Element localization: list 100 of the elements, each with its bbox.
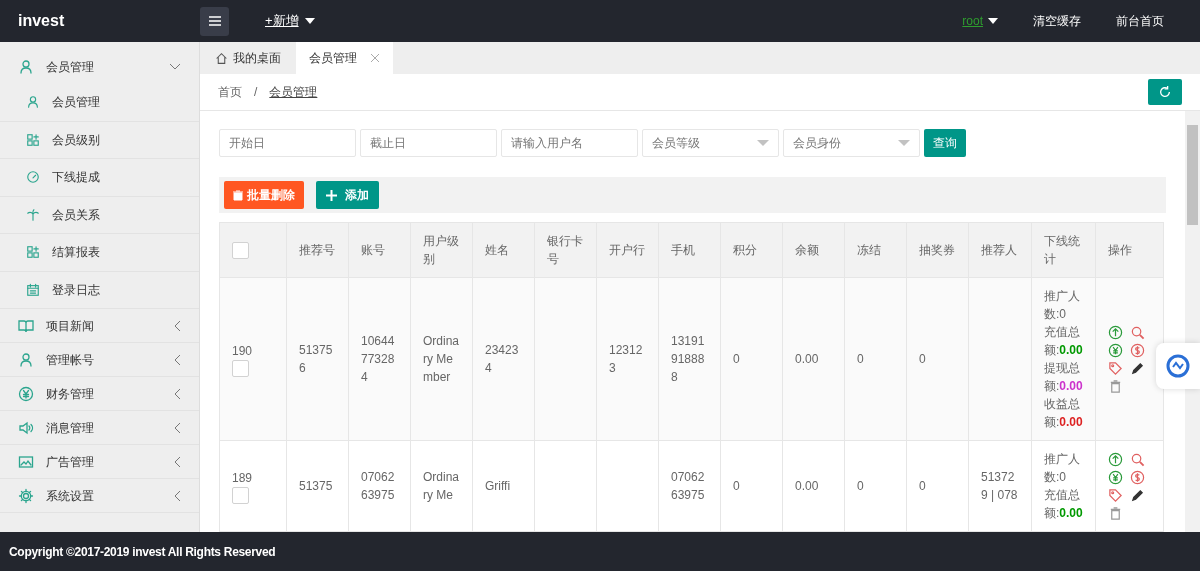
header-link[interactable]: 前台首页 (1116, 12, 1164, 30)
yen-icon (18, 385, 34, 402)
table-cell: 0.00 (795, 352, 819, 366)
stat-text: 推广人数:0 (1044, 288, 1081, 323)
trash-icon[interactable] (1108, 378, 1123, 394)
column-header: 操作 (1095, 222, 1164, 278)
table-cell: 0.00 (795, 479, 819, 493)
sidebar-item[interactable]: 登录日志 (0, 271, 199, 309)
pencil-icon[interactable] (1130, 360, 1145, 376)
menu-toggle-button[interactable] (200, 6, 229, 36)
table-cell: 51375 (299, 479, 333, 493)
tag-icon[interactable] (1108, 487, 1123, 503)
logo-text: invest (17, 11, 66, 31)
table-cell: 0 (733, 352, 740, 366)
sidebar-item[interactable]: 结算报表 (0, 234, 199, 272)
sidebar-group[interactable]: 项目新闻 (0, 309, 199, 343)
table-cell: 13191918888 (671, 334, 705, 384)
row-id: 190 (232, 342, 254, 360)
search-button[interactable]: 查询 (924, 129, 966, 157)
tag-icon[interactable] (1108, 360, 1123, 376)
column-header: 下线统计 (1031, 222, 1096, 278)
table-cell: 513756 (299, 343, 333, 375)
select-field[interactable]: 会员身份 (783, 129, 920, 157)
sidebar-group[interactable]: 管理帐号 (0, 343, 199, 377)
stat-text: 充值总额:0.00 (1044, 324, 1083, 359)
sidebar-group[interactable]: 系统设置 (0, 479, 199, 513)
select-field[interactable]: 会员等级 (642, 129, 779, 157)
breadcrumb-link[interactable]: 会员管理 (269, 83, 318, 101)
trash-icon[interactable] (1108, 505, 1123, 521)
column-header: 银行卡号 (534, 222, 597, 278)
tab[interactable]: 我的桌面 (200, 42, 296, 74)
trash-icon (233, 189, 243, 201)
input-field[interactable]: 请输入用户名 (501, 129, 638, 157)
add-menu[interactable]: +新增 (265, 11, 315, 31)
close-icon[interactable] (370, 53, 380, 63)
sidebar-group[interactable]: 消息管理 (0, 411, 199, 445)
user-menu[interactable]: root (962, 12, 998, 30)
column-header: 抽奖券 (906, 222, 969, 278)
tab[interactable]: 会员管理 (296, 42, 393, 74)
row-id: 189 (232, 469, 254, 487)
grid-icon (26, 132, 40, 147)
column-header: 冻结 (844, 222, 907, 278)
person-icon (26, 95, 40, 110)
search-icon[interactable] (1130, 451, 1145, 467)
swirl-logo-icon (1166, 354, 1190, 378)
table-cell: 0706263975 (671, 470, 705, 502)
column-header: 开户行 (596, 222, 659, 278)
table-cell: 513729 | 078 (981, 470, 1018, 502)
row-checkbox[interactable] (232, 486, 249, 504)
sidebar-group[interactable]: 财务管理 (0, 377, 199, 411)
table-cell: 0706263975 (361, 470, 395, 502)
caret-icon (757, 139, 769, 147)
table-cell: 0 (733, 479, 740, 493)
sidebar-item[interactable]: 会员级别 (0, 121, 199, 159)
calendar-icon (26, 282, 40, 297)
home-icon (215, 51, 228, 65)
column-header: 用户级别 (410, 222, 473, 278)
sidebar-item[interactable]: 会员管理 (0, 84, 199, 122)
column-header: 积分 (720, 222, 783, 278)
table-cell: Griffi (485, 479, 511, 493)
input-field[interactable]: 截止日 (360, 129, 497, 157)
table-cell: 234234 (485, 343, 519, 375)
sidebar-item[interactable]: 会员关系 (0, 196, 199, 234)
column-header: 推荐人 (968, 222, 1032, 278)
yen-icon[interactable] (1108, 342, 1123, 358)
pencil-icon[interactable] (1130, 487, 1145, 503)
caret-icon (898, 139, 910, 147)
sidebar-item[interactable]: 下线提成 (0, 159, 199, 197)
table-cell: Ordinary Member (423, 334, 460, 384)
select-all-checkbox[interactable] (232, 241, 249, 259)
table-cell: 0 (857, 352, 864, 366)
breadcrumb-link[interactable]: 首页 (218, 83, 242, 101)
menu-icon (207, 15, 222, 27)
column-header: 推荐号 (286, 222, 349, 278)
column-header: 姓名 (472, 222, 535, 278)
table-cell: 0 (919, 479, 926, 493)
table-cell: Ordinary Me (423, 470, 460, 502)
grid-icon (26, 245, 40, 260)
sidebar-group[interactable]: 广告管理 (0, 445, 199, 479)
gauge-icon (26, 170, 40, 185)
stat-text: 收益总额:0.00 (1044, 396, 1083, 431)
stat-text: 充值总额:0.00 (1044, 487, 1083, 522)
table-cell: 0 (857, 479, 864, 493)
sidebar-group[interactable]: 会员管理 (0, 50, 199, 84)
refresh-button[interactable] (1148, 79, 1182, 105)
header-link[interactable]: 清空缓存 (1033, 12, 1081, 30)
add-button[interactable]: 添加 (316, 181, 379, 209)
person-icon (18, 59, 34, 75)
row-checkbox[interactable] (232, 359, 249, 377)
image-icon (18, 453, 34, 470)
column-header: 余额 (782, 222, 845, 278)
stat-text: 推广人数:0 (1044, 451, 1081, 486)
floating-widget-button[interactable] (1156, 343, 1200, 389)
copyright-text: Copyright ©2017-2019 invest All Rights Reserved (9, 543, 276, 561)
book-icon (18, 317, 34, 334)
column-header: 账号 (348, 222, 411, 278)
input-field[interactable]: 开始日 (219, 129, 356, 157)
search-icon[interactable] (1130, 324, 1145, 340)
gear-icon (18, 487, 34, 504)
yen-icon[interactable] (1108, 469, 1123, 485)
